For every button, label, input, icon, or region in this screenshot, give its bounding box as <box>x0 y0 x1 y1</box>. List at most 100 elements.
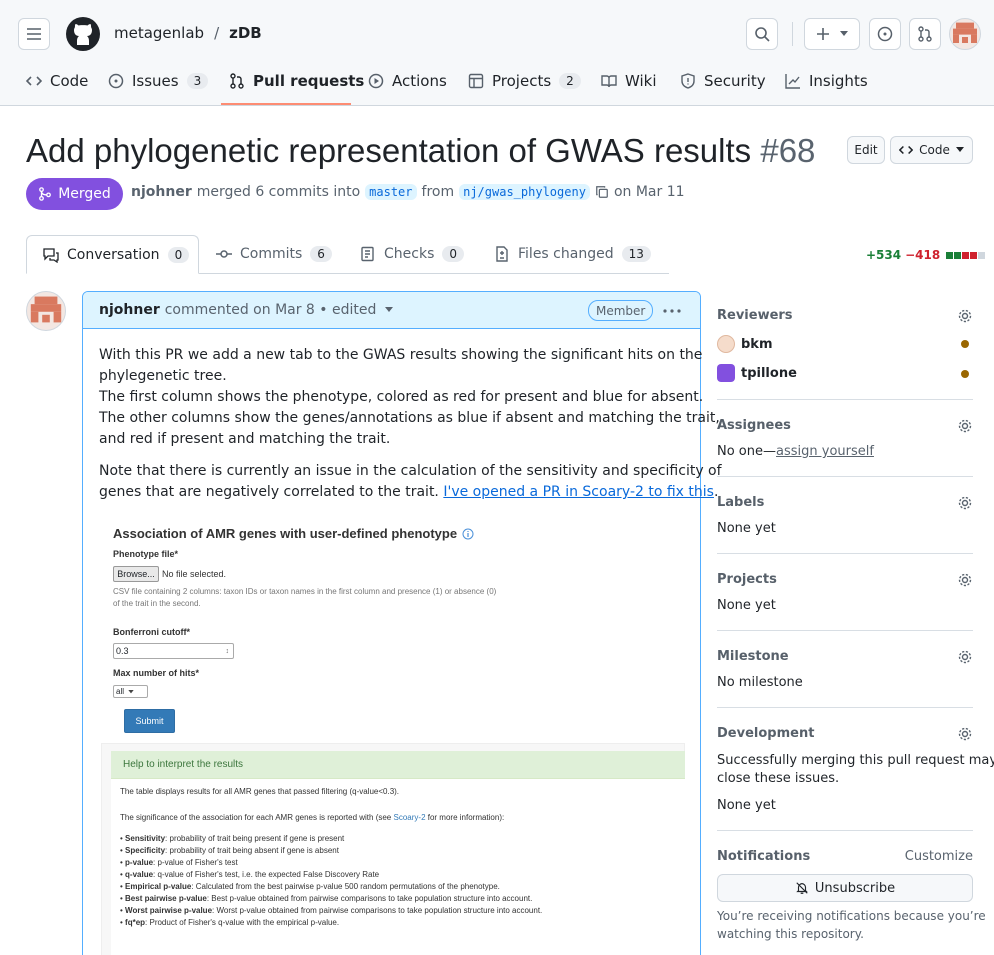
user-avatar[interactable] <box>949 18 981 50</box>
comment-author[interactable]: njohner <box>99 302 160 318</box>
tab-issues[interactable]: Issues 3 <box>108 72 209 90</box>
customize-link[interactable]: Customize <box>905 849 973 864</box>
base-branch[interactable]: master <box>365 184 417 200</box>
csv-help-line: CSV file containing 2 columns: taxon IDs… <box>113 587 497 596</box>
gear-icon[interactable] <box>957 726 973 742</box>
comment-author-avatar[interactable] <box>26 291 66 331</box>
tab-label: Wiki <box>625 72 657 90</box>
checklist-icon <box>361 246 374 262</box>
help-bullet-list: • Sensitivity: probability of trait bein… <box>120 834 542 930</box>
bullet-term: q-value <box>125 870 154 879</box>
comment-meta: commented on Mar 8 • edited <box>164 302 377 318</box>
bullet-term: Empirical p-value <box>125 882 192 891</box>
lines-added: +534 <box>866 248 902 262</box>
diffstat-blocks <box>946 251 986 259</box>
bullet-term: Best pairwise p-value <box>125 894 207 903</box>
active-tab-underline <box>221 103 351 105</box>
tab-label: Files changed <box>518 246 614 262</box>
commit-icon <box>216 250 232 258</box>
tab-pull-requests[interactable]: Pull requests <box>229 72 364 90</box>
conversation-icon <box>43 247 59 263</box>
edit-button-label: Edit <box>854 143 878 157</box>
unsubscribe-button[interactable]: Unsubscribe <box>717 874 973 902</box>
gear-icon[interactable] <box>957 418 973 434</box>
avatar-icon <box>953 22 977 43</box>
file-diff-icon <box>496 246 508 262</box>
screenshot-heading: Association of AMR genes with user-defin… <box>113 526 474 541</box>
pr-author-link[interactable]: njohner <box>131 184 192 200</box>
number-spinner-icon[interactable]: ↕ <box>226 648 230 655</box>
tab-security[interactable]: Security <box>680 72 766 90</box>
header-divider <box>792 22 793 46</box>
tab-label: Actions <box>392 72 447 90</box>
gear-icon[interactable] <box>957 495 973 511</box>
pending-review-dot <box>961 340 969 348</box>
repo-owner-link[interactable]: metagenlab <box>114 24 204 42</box>
bonferroni-label: Bonferroni cutoff* <box>113 627 190 637</box>
tab-commits[interactable]: Commits 6 <box>216 246 332 262</box>
embedded-screenshot: Association of AMR genes with user-defin… <box>101 518 685 955</box>
tab-code[interactable]: Code <box>26 72 88 90</box>
submit-button[interactable]: Submit <box>124 709 175 733</box>
tab-files-changed[interactable]: Files changed 13 <box>494 246 651 262</box>
create-new-button[interactable] <box>804 18 860 50</box>
code-dropdown-button[interactable]: Code <box>890 136 973 164</box>
tab-wiki[interactable]: Wiki <box>601 72 657 90</box>
pull-requests-button[interactable] <box>909 18 941 50</box>
from-text: from <box>421 184 455 200</box>
assign-yourself-link[interactable]: assign yourself <box>776 444 874 459</box>
reviewers-title: Reviewers <box>717 308 793 323</box>
max-hits-select[interactable]: all <box>113 685 148 698</box>
list-item: • Worst pairwise p-value: Worst p-value … <box>120 906 543 915</box>
copy-icon[interactable] <box>595 185 609 199</box>
menu-button[interactable] <box>18 18 50 50</box>
tab-insights[interactable]: Insights <box>785 72 868 90</box>
comment-line: The first column shows the phenotype, co… <box>99 389 704 405</box>
issues-counter: 3 <box>186 73 209 89</box>
tab-conversation[interactable]: Conversation 0 <box>26 235 199 274</box>
comment-line: genes that are negatively correlated to … <box>99 484 439 500</box>
scoary-pr-link[interactable]: I've opened a PR in Scoary-2 to fix this <box>443 484 714 500</box>
list-item: • Empirical p-value: Calculated from the… <box>120 882 500 891</box>
reviewer-row[interactable]: bkm <box>717 335 773 353</box>
tab-projects[interactable]: Projects 2 <box>468 72 581 90</box>
comment-options-button[interactable] <box>662 302 682 320</box>
search-button[interactable] <box>746 18 778 50</box>
pull-request-icon <box>918 26 932 42</box>
labels-section: Labels None yet <box>717 495 973 540</box>
gear-icon[interactable] <box>957 572 973 588</box>
code-icon <box>26 76 42 86</box>
help-panel-title: Help to interpret the results <box>123 759 244 770</box>
tab-checks[interactable]: Checks 0 <box>360 246 465 262</box>
tab-actions[interactable]: Actions <box>368 72 447 90</box>
reviewer-row[interactable]: tpillone <box>717 364 797 382</box>
tab-label: Projects <box>492 72 552 90</box>
shield-icon <box>681 73 695 89</box>
member-label: Member <box>596 303 646 318</box>
issues-button[interactable] <box>869 18 901 50</box>
edit-button[interactable]: Edit <box>847 136 885 164</box>
chevron-down-icon <box>955 147 964 152</box>
bullet-desc: : probability of trait being absent if g… <box>165 846 339 855</box>
gear-icon[interactable] <box>957 649 973 665</box>
gear-icon[interactable] <box>957 308 973 324</box>
tab-label: Code <box>50 72 89 90</box>
list-item: • fq*ep: Product of Fisher's q-value wit… <box>120 918 340 927</box>
notifications-section: Notifications Customize Unsubscribe You’… <box>717 849 986 949</box>
head-branch[interactable]: nj/gwas_phylogeny <box>459 184 590 200</box>
issue-icon <box>877 26 893 42</box>
chevron-down-icon[interactable] <box>385 307 394 313</box>
github-logo-icon[interactable] <box>66 17 100 51</box>
tab-label: Insights <box>809 72 868 90</box>
screenshot-heading-text: Association of AMR genes with user-defin… <box>113 526 458 541</box>
browse-button[interactable]: Browse... <box>113 566 159 582</box>
scoary-link[interactable]: Scoary-2 <box>394 813 426 822</box>
repo-name-link[interactable]: zDB <box>229 24 262 42</box>
code-icon <box>899 145 914 155</box>
development-section: Development Successfully merging this pu… <box>717 726 994 816</box>
help-p2-text: The significance of the association for … <box>120 813 392 822</box>
bullet-desc: : p-value of Fisher's test <box>153 858 238 867</box>
book-icon <box>601 75 617 88</box>
reviewer-name: bkm <box>741 336 773 352</box>
bonferroni-input[interactable]: 0.3 ↕ <box>113 643 234 659</box>
